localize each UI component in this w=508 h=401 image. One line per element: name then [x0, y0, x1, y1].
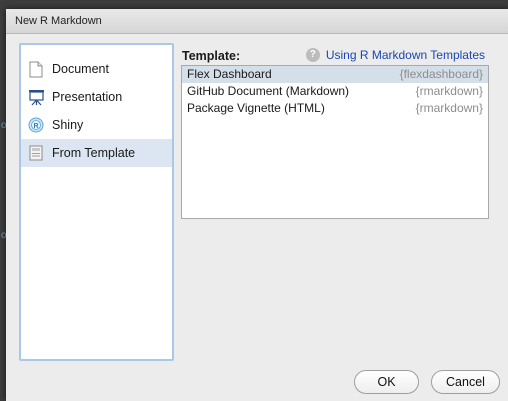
document-icon	[27, 60, 45, 78]
templates-help-link[interactable]: ? Using R Markdown Templates	[305, 48, 485, 62]
dialog-title: New R Markdown	[6, 9, 508, 34]
sidebar-item-shiny[interactable]: R Shiny	[21, 111, 172, 139]
new-r-markdown-dialog: New R Markdown Document Presentation R S…	[6, 9, 508, 401]
template-list[interactable]: Flex Dashboard {flexdashboard} GitHub Do…	[181, 65, 489, 219]
presentation-icon	[27, 88, 45, 106]
output-type-sidebar: Document Presentation R Shiny From Templ…	[19, 43, 174, 361]
ok-button[interactable]: OK	[354, 370, 419, 394]
shiny-icon: R	[27, 116, 45, 134]
help-link-text: Using R Markdown Templates	[325, 48, 485, 62]
template-name: GitHub Document (Markdown)	[187, 84, 350, 98]
template-package: {flexdashboard}	[399, 67, 483, 81]
template-name: Package Vignette (HTML)	[187, 101, 325, 115]
sidebar-item-from-template[interactable]: From Template	[21, 139, 172, 167]
template-name: Flex Dashboard	[187, 67, 272, 81]
template-package: {rmarkdown}	[415, 84, 483, 98]
sidebar-item-label: Shiny	[52, 118, 84, 132]
sidebar-item-document[interactable]: Document	[21, 55, 172, 83]
sidebar-item-label: Document	[52, 62, 109, 76]
sidebar-item-presentation[interactable]: Presentation	[21, 83, 172, 111]
sidebar-item-label: From Template	[52, 146, 136, 160]
help-icon: ?	[305, 48, 320, 62]
list-item[interactable]: Package Vignette (HTML) {rmarkdown}	[182, 100, 488, 117]
list-item[interactable]: GitHub Document (Markdown) {rmarkdown}	[182, 83, 488, 100]
cancel-button[interactable]: Cancel	[431, 370, 500, 394]
sidebar-item-label: Presentation	[52, 90, 123, 104]
list-item[interactable]: Flex Dashboard {flexdashboard}	[182, 66, 488, 83]
template-package: {rmarkdown}	[415, 101, 483, 115]
template-heading: Template:	[182, 49, 241, 63]
template-icon	[27, 144, 45, 162]
svg-text:R: R	[33, 123, 38, 130]
